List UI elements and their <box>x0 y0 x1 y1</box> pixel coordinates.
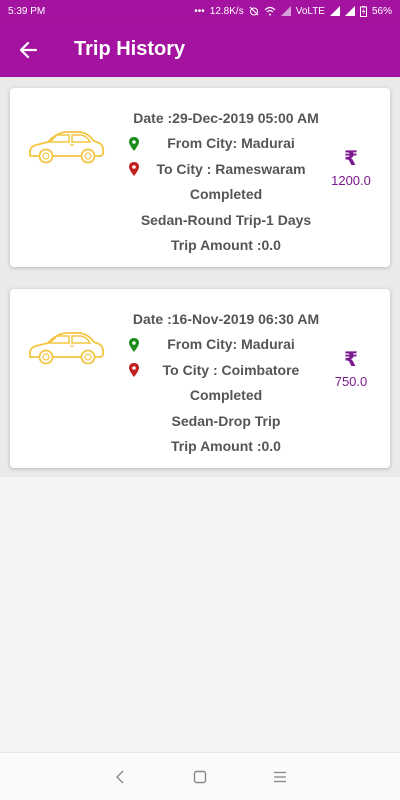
alarm-off-icon <box>249 6 259 16</box>
trip-amount: Trip Amount :0.0 <box>171 438 281 455</box>
price-block: ₹ 750.0 <box>328 349 374 391</box>
page-title: Trip History <box>74 38 186 60</box>
system-nav-bar <box>0 752 400 800</box>
nav-menu-button[interactable] <box>260 757 300 797</box>
from-city: From City: Madurai <box>167 135 295 152</box>
to-city: To City : Coimbatore <box>162 361 300 378</box>
back-button[interactable] <box>0 22 56 77</box>
battery-percent: 56% <box>371 5 392 17</box>
to-city-row: To City : Coimbatore <box>128 357 324 383</box>
nav-home-icon <box>193 770 207 783</box>
trip-price: 750.0 <box>334 374 368 389</box>
network-speed: 12.8K/s <box>209 5 244 17</box>
trip-status: Completed <box>189 387 263 404</box>
trip-type: Sedan-Round Trip-1 Days <box>140 211 312 228</box>
app-bar: Trip History <box>0 22 400 77</box>
from-city-row: From City: Madurai <box>128 131 324 157</box>
status-time: 5:39 PM <box>8 5 46 17</box>
trip-type: Sedan-Drop Trip <box>171 412 281 429</box>
nav-home-button[interactable] <box>180 757 220 797</box>
signal-strength-icon <box>329 6 340 16</box>
to-city: To City : Rameswaram <box>156 160 306 177</box>
wifi-icon <box>264 6 276 16</box>
to-city-row: To City : Rameswaram <box>128 156 324 182</box>
battery-charging-icon <box>359 5 367 17</box>
red-location-pin-icon <box>129 363 139 377</box>
carrier-label: VoLTE <box>295 5 325 17</box>
status-bar: 5:39 PM ••• 12.8K/s VoLTE 56% <box>0 0 400 22</box>
signal-icon <box>280 6 291 16</box>
rupee-icon: ₹ <box>344 349 358 371</box>
trip-date: Date :16-Nov-2019 06:30 AM <box>132 310 320 327</box>
trip-status: Completed <box>189 186 263 203</box>
from-city: From City: Madurai <box>167 336 295 353</box>
price-block: ₹ 1200.0 <box>328 148 374 190</box>
nav-menu-icon <box>274 771 286 782</box>
trip-amount: Trip Amount :0.0 <box>171 237 281 254</box>
arrow-back-icon <box>19 41 38 58</box>
rupee-icon: ₹ <box>344 148 358 170</box>
nav-back-button[interactable] <box>100 757 140 797</box>
nav-back-icon <box>116 770 124 783</box>
trip-date: Date :29-Dec-2019 05:00 AM <box>133 109 319 126</box>
trip-card[interactable]: Date :29-Dec-2019 05:00 AM From City: Ma… <box>10 88 390 267</box>
car-icon <box>28 332 105 365</box>
green-location-pin-icon <box>129 136 139 151</box>
trip-list: Date :29-Dec-2019 05:00 AM From City: Ma… <box>10 88 390 490</box>
trip-price: 1200.0 <box>331 173 371 188</box>
green-location-pin-icon <box>129 337 139 352</box>
red-location-pin-icon <box>129 162 139 176</box>
more-dots-icon: ••• <box>194 5 205 17</box>
signal-strength-2-icon <box>344 6 355 16</box>
trip-card[interactable]: Date :16-Nov-2019 06:30 AM From City: Ma… <box>10 289 390 468</box>
car-icon <box>28 131 105 164</box>
from-city-row: From City: Madurai <box>128 332 324 358</box>
